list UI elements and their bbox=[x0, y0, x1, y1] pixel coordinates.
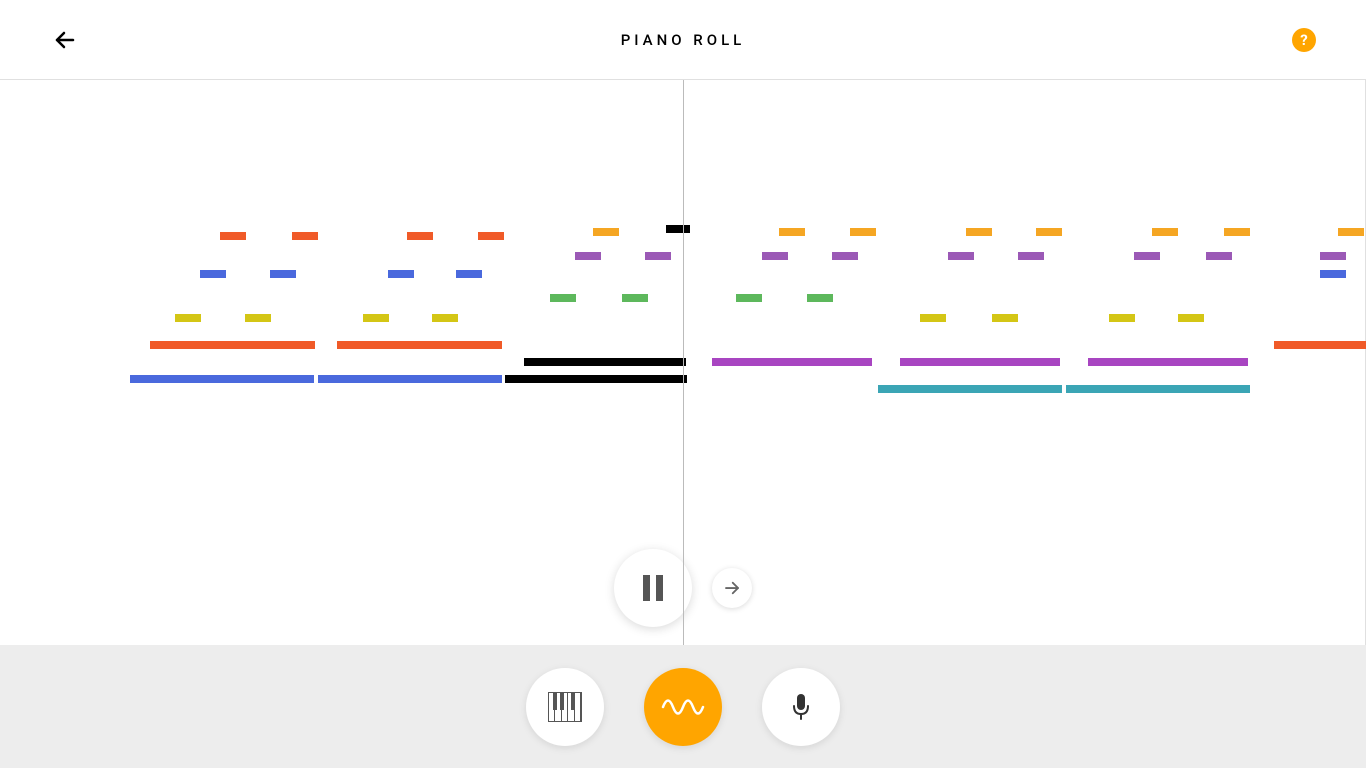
note[interactable] bbox=[1178, 314, 1204, 322]
note[interactable] bbox=[363, 314, 389, 322]
note[interactable] bbox=[966, 228, 992, 236]
note[interactable] bbox=[270, 270, 296, 278]
arrow-right-icon bbox=[723, 579, 741, 597]
note[interactable] bbox=[1338, 228, 1364, 236]
note[interactable] bbox=[505, 375, 687, 383]
note[interactable] bbox=[900, 358, 1060, 366]
note[interactable] bbox=[850, 228, 876, 236]
note[interactable] bbox=[807, 294, 833, 302]
note[interactable] bbox=[712, 358, 872, 366]
note[interactable] bbox=[1109, 314, 1135, 322]
piano-icon bbox=[548, 692, 582, 722]
note[interactable] bbox=[1152, 228, 1178, 236]
note[interactable] bbox=[245, 314, 271, 322]
bottom-bar bbox=[0, 645, 1366, 768]
note[interactable] bbox=[920, 314, 946, 322]
note[interactable] bbox=[432, 314, 458, 322]
arrow-left-icon bbox=[53, 28, 77, 52]
note[interactable] bbox=[1320, 252, 1346, 260]
help-button[interactable]: ? bbox=[1292, 28, 1316, 52]
note[interactable] bbox=[1036, 228, 1062, 236]
note[interactable] bbox=[175, 314, 201, 322]
note[interactable] bbox=[762, 252, 788, 260]
note[interactable] bbox=[1088, 358, 1248, 366]
note[interactable] bbox=[878, 385, 1062, 393]
note[interactable] bbox=[666, 225, 690, 233]
note[interactable] bbox=[292, 232, 318, 240]
note[interactable] bbox=[1134, 252, 1160, 260]
note[interactable] bbox=[948, 252, 974, 260]
note[interactable] bbox=[456, 270, 482, 278]
note[interactable] bbox=[550, 294, 576, 302]
note[interactable] bbox=[1018, 252, 1044, 260]
note[interactable] bbox=[524, 358, 686, 366]
note[interactable] bbox=[407, 232, 433, 240]
note[interactable] bbox=[779, 228, 805, 236]
note[interactable] bbox=[992, 314, 1018, 322]
piano-roll-canvas[interactable] bbox=[0, 80, 1366, 645]
note[interactable] bbox=[832, 252, 858, 260]
playhead bbox=[683, 80, 684, 645]
note[interactable] bbox=[645, 252, 671, 260]
back-button[interactable] bbox=[50, 25, 80, 55]
pause-icon bbox=[643, 575, 663, 601]
note[interactable] bbox=[593, 228, 619, 236]
note[interactable] bbox=[337, 341, 502, 349]
page-title: PIANO ROLL bbox=[621, 31, 746, 49]
piano-mode-button[interactable] bbox=[526, 668, 604, 746]
note[interactable] bbox=[200, 270, 226, 278]
note[interactable] bbox=[318, 375, 502, 383]
note[interactable] bbox=[220, 232, 246, 240]
pause-button[interactable] bbox=[614, 549, 692, 627]
note[interactable] bbox=[1206, 252, 1232, 260]
note[interactable] bbox=[1224, 228, 1250, 236]
note[interactable] bbox=[622, 294, 648, 302]
wave-icon bbox=[661, 692, 705, 722]
wave-mode-button[interactable] bbox=[644, 668, 722, 746]
note[interactable] bbox=[1274, 341, 1366, 349]
forward-button[interactable] bbox=[712, 568, 752, 608]
note[interactable] bbox=[1066, 385, 1250, 393]
note[interactable] bbox=[1320, 270, 1346, 278]
note[interactable] bbox=[736, 294, 762, 302]
header: PIANO ROLL ? bbox=[0, 0, 1366, 80]
mic-icon bbox=[790, 692, 812, 722]
note[interactable] bbox=[130, 375, 314, 383]
note[interactable] bbox=[388, 270, 414, 278]
note[interactable] bbox=[150, 341, 315, 349]
note[interactable] bbox=[478, 232, 504, 240]
note[interactable] bbox=[575, 252, 601, 260]
help-icon: ? bbox=[1300, 31, 1307, 49]
mic-mode-button[interactable] bbox=[762, 668, 840, 746]
